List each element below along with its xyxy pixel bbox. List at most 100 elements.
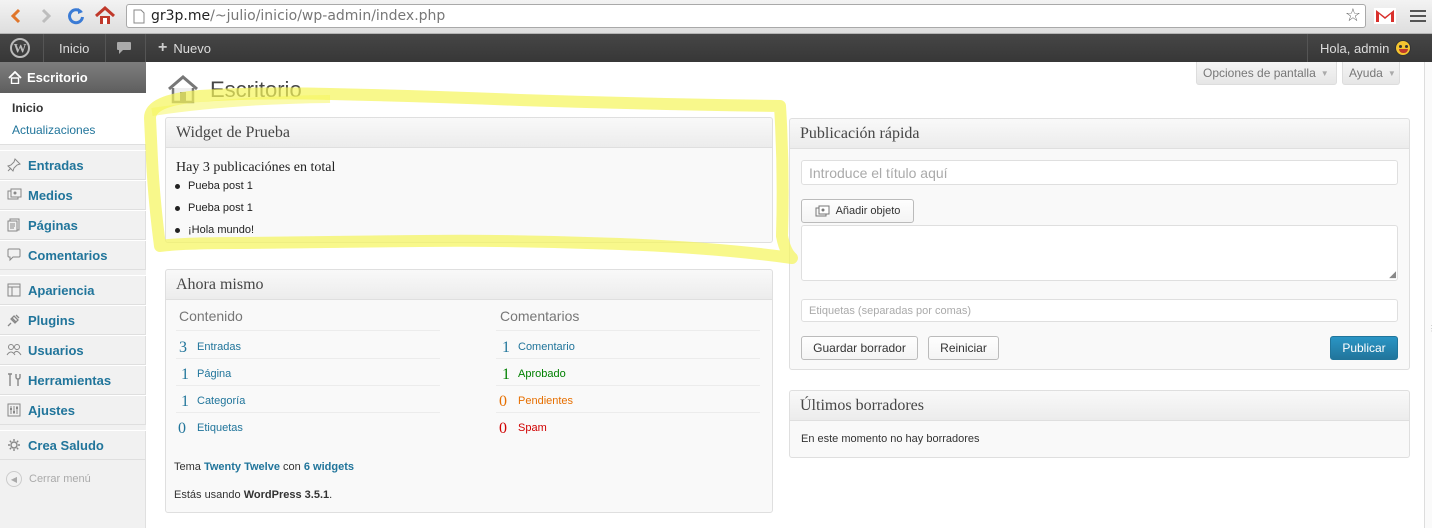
- page-scrollbar[interactable]: ⋮: [1424, 62, 1432, 528]
- wp-version-info: Estás usando WordPress 3.5.1.: [174, 489, 332, 501]
- menu-item-ajustes[interactable]: Ajustes: [0, 395, 146, 425]
- pagina-count[interactable]: 1: [181, 366, 189, 384]
- menu-item-apariencia[interactable]: Apariencia: [0, 275, 146, 305]
- divider: [496, 412, 760, 413]
- menu-item-medios[interactable]: Medios: [0, 180, 146, 210]
- theme-link[interactable]: Twenty Twelve: [204, 461, 280, 473]
- resize-handle-icon[interactable]: ◢: [1389, 269, 1396, 280]
- back-button[interactable]: [4, 4, 28, 28]
- gmail-icon[interactable]: [1374, 8, 1396, 27]
- reload-button[interactable]: [64, 4, 88, 28]
- menu-item-entradas[interactable]: Entradas: [0, 150, 146, 180]
- pagina-link[interactable]: Página: [197, 368, 231, 380]
- new-label: Nuevo: [173, 40, 211, 56]
- divider: [496, 330, 760, 331]
- menu-item-comentarios[interactable]: Comentarios: [0, 240, 146, 270]
- wp-version: WordPress 3.5.1: [243, 489, 330, 501]
- save-draft-button[interactable]: Guardar borrador: [801, 336, 918, 360]
- admin-bar-new[interactable]: + Nuevo: [158, 34, 211, 62]
- submenu-item-actualizaciones[interactable]: Actualizaciones: [12, 123, 95, 137]
- comentario-count[interactable]: 1: [502, 339, 510, 357]
- widget-prueba-box: Widget de Prueba Hay 3 publicaciónes en …: [165, 117, 773, 243]
- widget-prueba-title[interactable]: Widget de Prueba: [166, 118, 772, 148]
- collapse-menu[interactable]: ◀ Cerrar menú: [6, 471, 91, 487]
- comentario-link[interactable]: Comentario: [518, 341, 575, 353]
- categoria-link[interactable]: Categoría: [197, 395, 245, 407]
- menu-label: Crea Saludo: [28, 437, 104, 453]
- menu-item-usuarios[interactable]: Usuarios: [0, 335, 146, 365]
- quick-press-title[interactable]: Publicación rápida: [790, 119, 1409, 149]
- spam-link[interactable]: Spam: [518, 422, 547, 434]
- plus-icon: +: [158, 39, 168, 56]
- dashboard-label: Escritorio: [27, 70, 88, 85]
- post-content-textarea[interactable]: ◢: [801, 225, 1398, 281]
- recent-drafts-title[interactable]: Últimos borradores: [790, 391, 1409, 421]
- entradas-count[interactable]: 3: [179, 339, 187, 357]
- page-title: Escritorio: [210, 77, 302, 102]
- menu-label: Apariencia: [28, 282, 95, 298]
- menu-item-plugins[interactable]: Plugins: [0, 305, 146, 335]
- collapse-label: Cerrar menú: [29, 473, 91, 485]
- spam-count[interactable]: 0: [499, 420, 507, 438]
- address-bar[interactable]: gr3p.me/~julio/inicio/wp-admin/index.php…: [126, 4, 1366, 28]
- recent-drafts-box: Últimos borradores En este momento no ha…: [789, 390, 1410, 458]
- browser-menu-icon[interactable]: [1410, 10, 1426, 22]
- menu-item-herramientas[interactable]: Herramientas: [0, 365, 146, 395]
- theme-mid: con: [283, 461, 301, 473]
- admin-bar-divider: [145, 34, 146, 62]
- pendientes-count[interactable]: 0: [499, 393, 507, 411]
- forward-button[interactable]: [34, 4, 58, 28]
- aprobado-link[interactable]: Aprobado: [518, 368, 566, 380]
- submenu-item-inicio[interactable]: Inicio: [12, 101, 43, 115]
- scroll-grip-icon[interactable]: ⋮: [1428, 324, 1432, 333]
- divider: [176, 330, 440, 331]
- pages-icon: [6, 217, 22, 233]
- right-now-title[interactable]: Ahora mismo: [166, 270, 772, 300]
- admin-bar-home[interactable]: Inicio: [59, 34, 89, 62]
- menu-item-dashboard[interactable]: Escritorio: [0, 62, 154, 93]
- divider: [176, 358, 440, 359]
- comments-bubble-icon[interactable]: [116, 34, 132, 62]
- widget-intro-text: Hay 3 publicaciónes en total: [176, 160, 336, 175]
- theme-info: Tema Twenty Twelve con 6 widgets: [174, 461, 354, 473]
- widgets-link[interactable]: 6 widgets: [304, 461, 354, 473]
- menu-label: Plugins: [28, 312, 75, 328]
- pushpin-icon: [6, 157, 22, 173]
- dropdown-arrow-icon: ▼: [1387, 68, 1396, 78]
- menu-label: Páginas: [28, 217, 78, 233]
- screen-options-button[interactable]: Opciones de pantalla ▼: [1196, 62, 1337, 85]
- menu-label: Entradas: [28, 157, 84, 173]
- home-button[interactable]: [93, 4, 117, 28]
- quick-press-box: Publicación rápida Introduce el título a…: [789, 118, 1410, 370]
- etiquetas-count[interactable]: 0: [178, 420, 186, 438]
- categoria-count[interactable]: 1: [181, 393, 189, 411]
- tags-input[interactable]: Etiquetas (separadas por comas): [801, 299, 1398, 322]
- pendientes-link[interactable]: Pendientes: [518, 395, 573, 407]
- right-now-box: Ahora mismo Contenido Comentarios 3 Entr…: [165, 269, 773, 513]
- publish-button[interactable]: Publicar: [1330, 336, 1398, 360]
- admin-sidebar: Escritorio Inicio Actualizaciones Entrad…: [0, 62, 154, 528]
- dashboard-submenu: Inicio Actualizaciones: [0, 93, 146, 145]
- help-button[interactable]: Ayuda ▼: [1342, 62, 1400, 85]
- menu-item-paginas[interactable]: Páginas: [0, 210, 146, 240]
- bookmark-star-icon[interactable]: ☆: [1345, 5, 1361, 26]
- admin-bar-divider: [105, 34, 106, 62]
- settings-sliders-icon: [6, 402, 22, 418]
- account-menu[interactable]: Hola, admin: [1320, 34, 1412, 62]
- collapse-arrow-icon: ◀: [6, 471, 22, 487]
- menu-label: Medios: [28, 187, 73, 203]
- reset-button[interactable]: Reiniciar: [928, 336, 999, 360]
- browser-toolbar: gr3p.me/~julio/inicio/wp-admin/index.php…: [0, 0, 1432, 34]
- aprobado-count[interactable]: 1: [502, 366, 510, 384]
- etiquetas-link[interactable]: Etiquetas: [197, 422, 243, 434]
- menu-item-crea-saludo[interactable]: Crea Saludo: [0, 430, 146, 460]
- add-media-label: Añadir objeto: [835, 205, 901, 217]
- dashboard-home-icon: [167, 74, 199, 107]
- entradas-link[interactable]: Entradas: [197, 341, 241, 353]
- theme-prefix: Tema: [174, 461, 201, 473]
- wordpress-logo-icon[interactable]: W: [10, 34, 30, 62]
- post-title-input[interactable]: Introduce el título aquí: [801, 160, 1398, 185]
- menu-label: Herramientas: [28, 372, 112, 388]
- add-media-button[interactable]: Añadir objeto: [801, 199, 914, 223]
- reload-icon: [68, 8, 84, 25]
